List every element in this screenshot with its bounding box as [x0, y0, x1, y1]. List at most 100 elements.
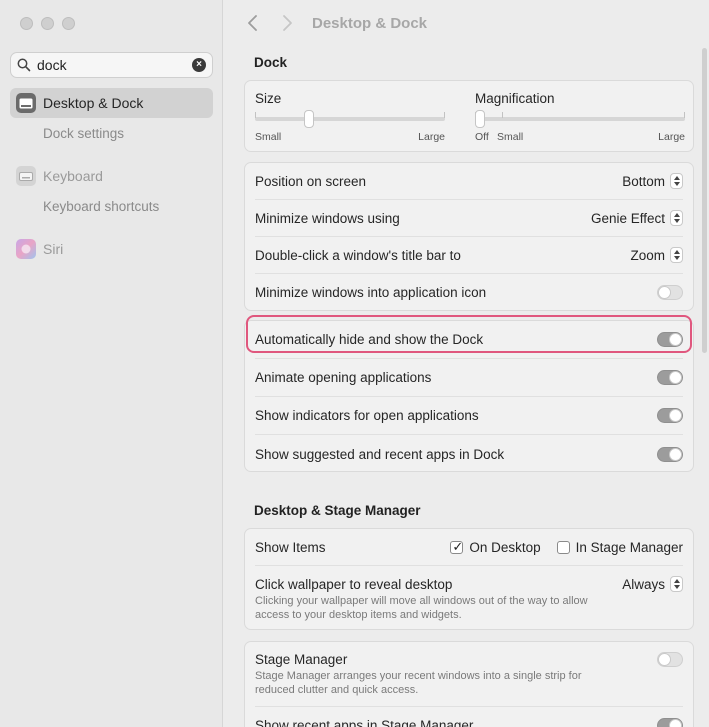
dock-behavior-card: Position on screen Bottom Minimize windo… [244, 162, 694, 311]
toggle-knob [669, 371, 682, 384]
magnification-slider-track[interactable] [475, 117, 685, 121]
size-slider-track[interactable] [255, 117, 445, 121]
toolbar: Desktop & Dock [224, 0, 709, 46]
animate-toggle[interactable] [657, 370, 683, 385]
scrollbar[interactable] [702, 48, 707, 353]
section-title-stage: Desktop & Stage Manager [254, 503, 421, 518]
click-wallpaper-row: Click wallpaper to reveal desktop Always… [255, 576, 683, 622]
desktop-stage-card: Show Items On Desktop In Stage Manager C… [244, 528, 694, 630]
stage-manager-label: Stage Manager [255, 652, 348, 667]
indicators-label: Show indicators for open applications [255, 408, 479, 423]
sidebar: dock × Desktop & Dock Dock settings Keyb… [0, 0, 223, 727]
magnification-off-label: Off [475, 131, 489, 143]
magnification-tick [502, 112, 503, 118]
double-click-popup[interactable]: Zoom [630, 247, 683, 263]
size-slider-thumb[interactable] [304, 110, 314, 128]
forward-chevron-icon[interactable] [278, 12, 296, 34]
up-down-chevron-icon [670, 210, 683, 226]
toggle-knob [658, 653, 671, 666]
size-label: Size [255, 91, 282, 106]
sidebar-item-label: Desktop & Dock [43, 95, 144, 111]
indicators-row: Show indicators for open applications [255, 397, 683, 435]
magnification-tick [684, 112, 685, 118]
desktop-dock-icon [16, 93, 36, 113]
sidebar-subitem-keyboard-shortcuts[interactable]: Keyboard shortcuts [43, 199, 159, 214]
click-wallpaper-value: Always [622, 576, 665, 592]
magnification-min-label: Small [497, 131, 524, 143]
toggle-knob [669, 409, 682, 422]
up-down-chevron-icon [670, 576, 683, 592]
toggle-knob [658, 286, 671, 299]
show-items-row: Show Items On Desktop In Stage Manager [255, 529, 683, 566]
click-wallpaper-popup[interactable]: Always [622, 576, 683, 592]
up-down-chevron-icon [670, 247, 683, 263]
indicators-toggle[interactable] [657, 408, 683, 423]
main-pane: Desktop & Dock Dock Size Small Large Mag… [224, 0, 709, 727]
zoom-window-button[interactable] [62, 17, 75, 30]
stage-manager-card: Stage Manager Stage Manager arranges you… [244, 641, 694, 727]
in-stage-manager-checkbox-group[interactable]: In Stage Manager [556, 539, 683, 555]
position-popup[interactable]: Bottom [622, 173, 683, 189]
recent-apps-toggle[interactable] [657, 717, 683, 727]
toggle-knob [669, 447, 682, 461]
stage-manager-toggle[interactable] [657, 652, 683, 667]
window-controls [20, 17, 75, 30]
in-stage-manager-label: In Stage Manager [575, 539, 683, 555]
minimize-into-icon-label: Minimize windows into application icon [255, 285, 487, 300]
suggested-row: Show suggested and recent apps in Dock [255, 435, 683, 473]
close-window-button[interactable] [20, 17, 33, 30]
back-chevron-icon[interactable] [244, 12, 262, 34]
minimize-using-value: Genie Effect [590, 210, 665, 226]
stage-manager-description: Stage Manager arranges your recent windo… [255, 670, 582, 696]
recent-apps-row: Show recent apps in Stage Manager [255, 706, 683, 727]
minimize-using-popup[interactable]: Genie Effect [591, 210, 683, 226]
sidebar-item-keyboard[interactable]: Keyboard [10, 161, 213, 191]
minimize-into-icon-toggle[interactable] [657, 285, 683, 300]
magnification-max-label: Large [658, 131, 685, 143]
sidebar-item-label: Siri [43, 241, 64, 257]
sidebar-item-label: Keyboard [43, 168, 103, 184]
magnification-slider-group: Magnification Off Small Large [475, 91, 685, 143]
position-value: Bottom [622, 173, 665, 189]
suggested-label: Show suggested and recent apps in Dock [255, 446, 505, 462]
show-items-label: Show Items [255, 539, 326, 555]
search-icon [17, 58, 31, 72]
position-row: Position on screen Bottom [255, 163, 683, 200]
size-tick [255, 112, 256, 118]
animate-label: Animate opening applications [255, 370, 432, 385]
animate-row: Animate opening applications [255, 359, 683, 397]
sidebar-item-siri[interactable]: Siri [10, 234, 213, 264]
position-label: Position on screen [255, 173, 367, 189]
size-max-label: Large [418, 131, 445, 143]
minimize-using-row: Minimize windows using Genie Effect [255, 200, 683, 237]
search-field[interactable]: dock × [10, 52, 213, 78]
toggle-knob [669, 718, 682, 727]
stage-manager-row: Stage Manager Stage Manager arranges you… [255, 652, 683, 697]
minimize-into-icon-row: Minimize windows into application icon [255, 274, 683, 311]
click-wallpaper-label: Click wallpaper to reveal desktop [255, 576, 453, 592]
clear-search-icon[interactable]: × [192, 58, 206, 72]
search-input[interactable]: dock [37, 57, 192, 73]
sidebar-subitem-dock-settings[interactable]: Dock settings [43, 126, 124, 141]
suggested-toggle[interactable] [657, 446, 683, 462]
size-slider-group: Size Small Large [255, 91, 445, 143]
sidebar-item-desktop-dock[interactable]: Desktop & Dock [10, 88, 213, 118]
on-desktop-checkbox-group[interactable]: On Desktop [450, 539, 541, 555]
double-click-label: Double-click a window's title bar to [255, 247, 461, 263]
section-title-dock: Dock [254, 55, 288, 70]
on-desktop-checkbox[interactable] [450, 539, 464, 555]
double-click-value: Zoom [630, 247, 665, 263]
highlight-frame [246, 315, 692, 353]
minimize-using-label: Minimize windows using [255, 210, 400, 226]
magnification-slider-thumb[interactable] [475, 110, 485, 128]
double-click-row: Double-click a window's title bar to Zoo… [255, 237, 683, 274]
keyboard-icon [16, 166, 36, 186]
size-tick [444, 112, 445, 118]
click-wallpaper-description: Clicking your wallpaper will move all wi… [255, 595, 588, 621]
size-min-label: Small [255, 131, 282, 143]
minimize-window-button[interactable] [41, 17, 54, 30]
page-title: Desktop & Dock [312, 15, 428, 32]
in-stage-manager-checkbox[interactable] [556, 540, 570, 554]
up-down-chevron-icon [670, 173, 683, 189]
magnification-label: Magnification [475, 91, 555, 106]
